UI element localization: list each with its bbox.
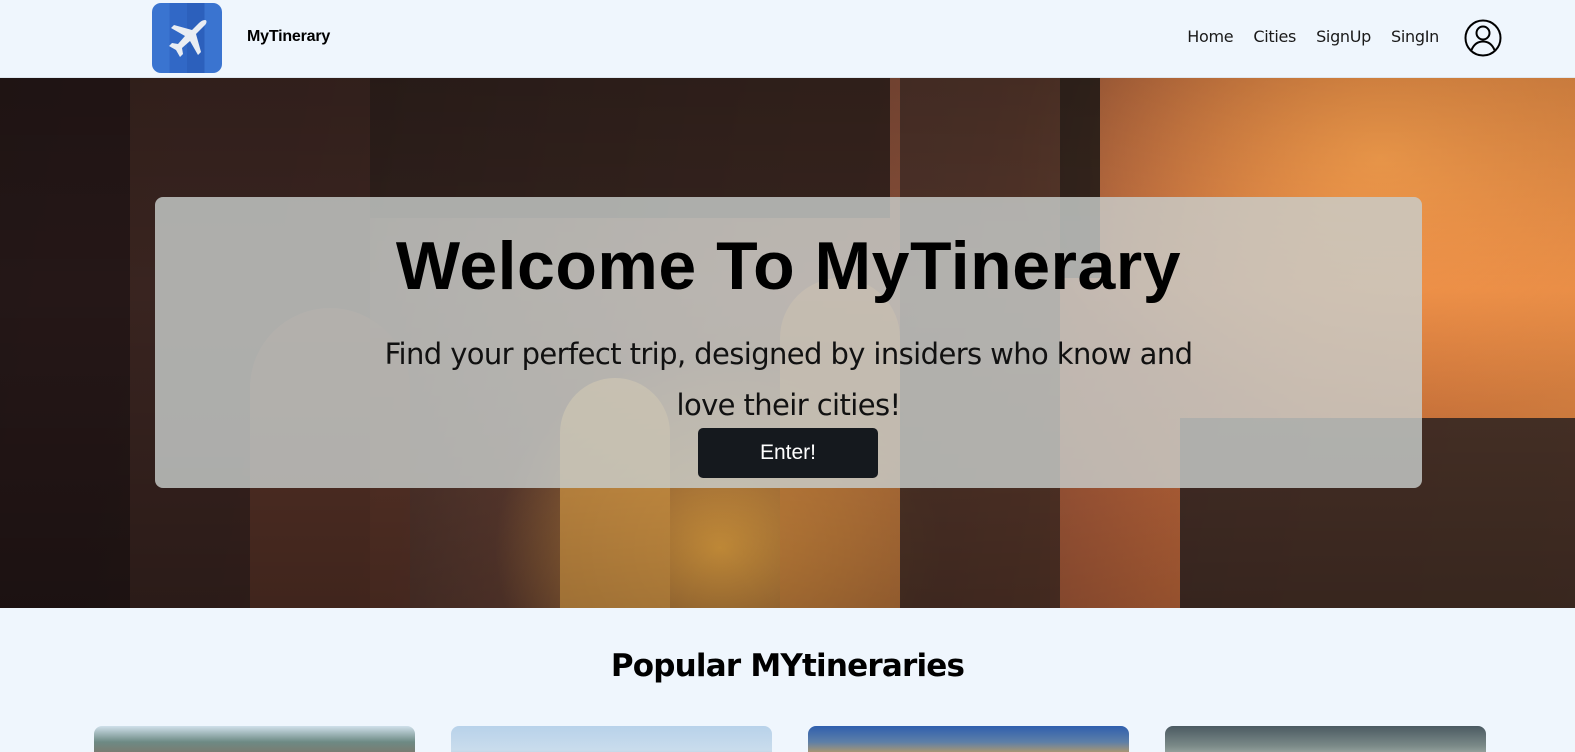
city-card[interactable] — [94, 726, 415, 752]
user-account-icon[interactable] — [1464, 19, 1502, 57]
hero-title: Welcome To MyTinerary — [395, 228, 1182, 304]
brand-name[interactable]: MyTinerary — [247, 28, 330, 46]
hero-card: Welcome To MyTinerary Find your perfect … — [155, 197, 1422, 488]
nav-cities-link[interactable]: Cities — [1253, 27, 1296, 46]
enter-button[interactable]: Enter! — [698, 428, 878, 478]
nav-signup-link[interactable]: SignUp — [1316, 27, 1371, 46]
city-card[interactable] — [451, 726, 772, 752]
nav-links: Home Cities SignUp SingIn — [1187, 27, 1439, 46]
hero-banner: Welcome To MyTinerary Find your perfect … — [0, 78, 1575, 608]
nav-signin-link[interactable]: SingIn — [1391, 27, 1439, 46]
popular-section-title: Popular MYtineraries — [610, 648, 965, 684]
city-card[interactable] — [808, 726, 1129, 752]
airplane-icon — [169, 20, 207, 57]
logo[interactable] — [152, 3, 222, 73]
nav-home-link[interactable]: Home — [1187, 27, 1233, 46]
hero-subtitle: Find your perfect trip, designed by insi… — [384, 337, 1193, 422]
city-card[interactable] — [1165, 726, 1486, 752]
navbar: MyTinerary Home Cities SignUp SingIn — [0, 0, 1575, 78]
